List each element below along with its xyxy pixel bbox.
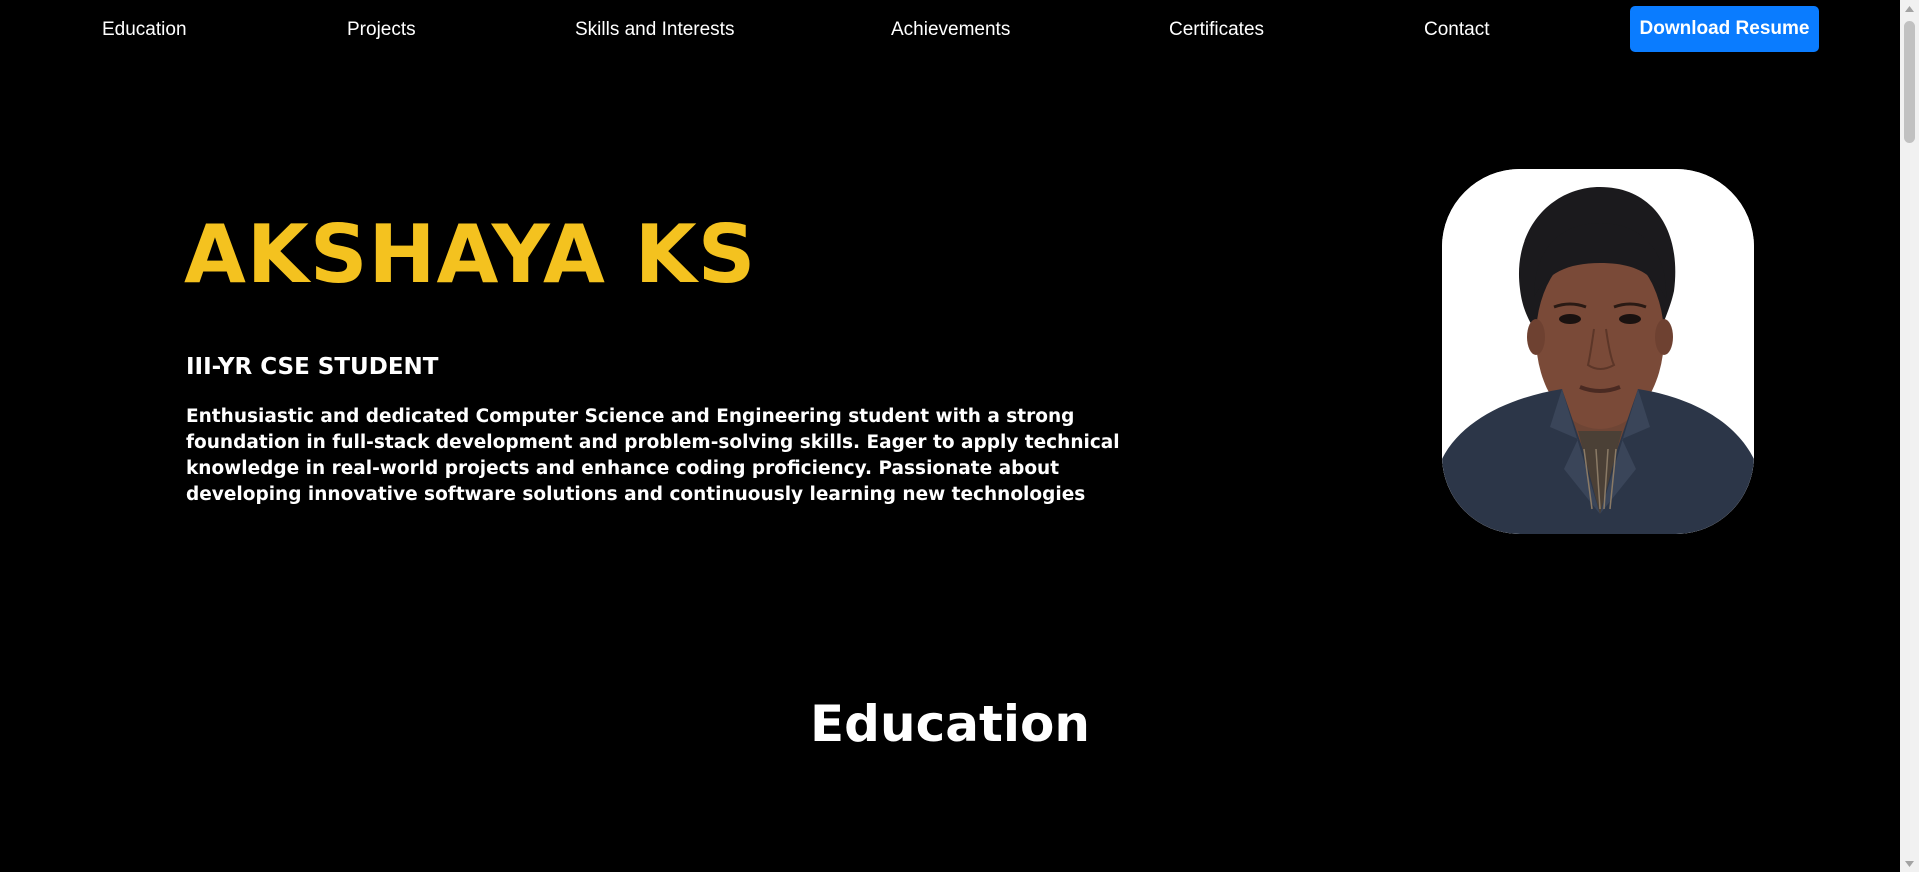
section-heading-education: Education	[810, 695, 1090, 753]
profile-portrait-image	[1442, 169, 1754, 534]
nav-link-certificates[interactable]: Certificates	[1169, 18, 1264, 42]
scroll-down-arrow-icon[interactable]	[1900, 855, 1919, 872]
nav-link-projects[interactable]: Projects	[347, 18, 416, 42]
nav-link-achievements[interactable]: Achievements	[891, 18, 1010, 42]
nav-link-education[interactable]: Education	[102, 18, 187, 42]
vertical-scrollbar[interactable]	[1900, 0, 1919, 872]
scroll-up-arrow-icon[interactable]	[1900, 0, 1919, 17]
nav-link-contact[interactable]: Contact	[1424, 18, 1489, 42]
scrollbar-thumb[interactable]	[1904, 21, 1915, 143]
download-resume-button[interactable]: Download Resume	[1630, 6, 1819, 52]
top-navigation: Education Projects Skills and Interests …	[0, 0, 1900, 60]
hero-role: III-YR CSE STUDENT	[186, 354, 439, 380]
hero-summary: Enthusiastic and dedicated Computer Scie…	[186, 406, 1120, 505]
portfolio-page: Education Projects Skills and Interests …	[0, 0, 1919, 872]
profile-photo	[1442, 169, 1754, 534]
nav-link-skills-and-interests[interactable]: Skills and Interests	[575, 18, 734, 42]
hero-name: AKSHAYA KS	[184, 208, 757, 301]
